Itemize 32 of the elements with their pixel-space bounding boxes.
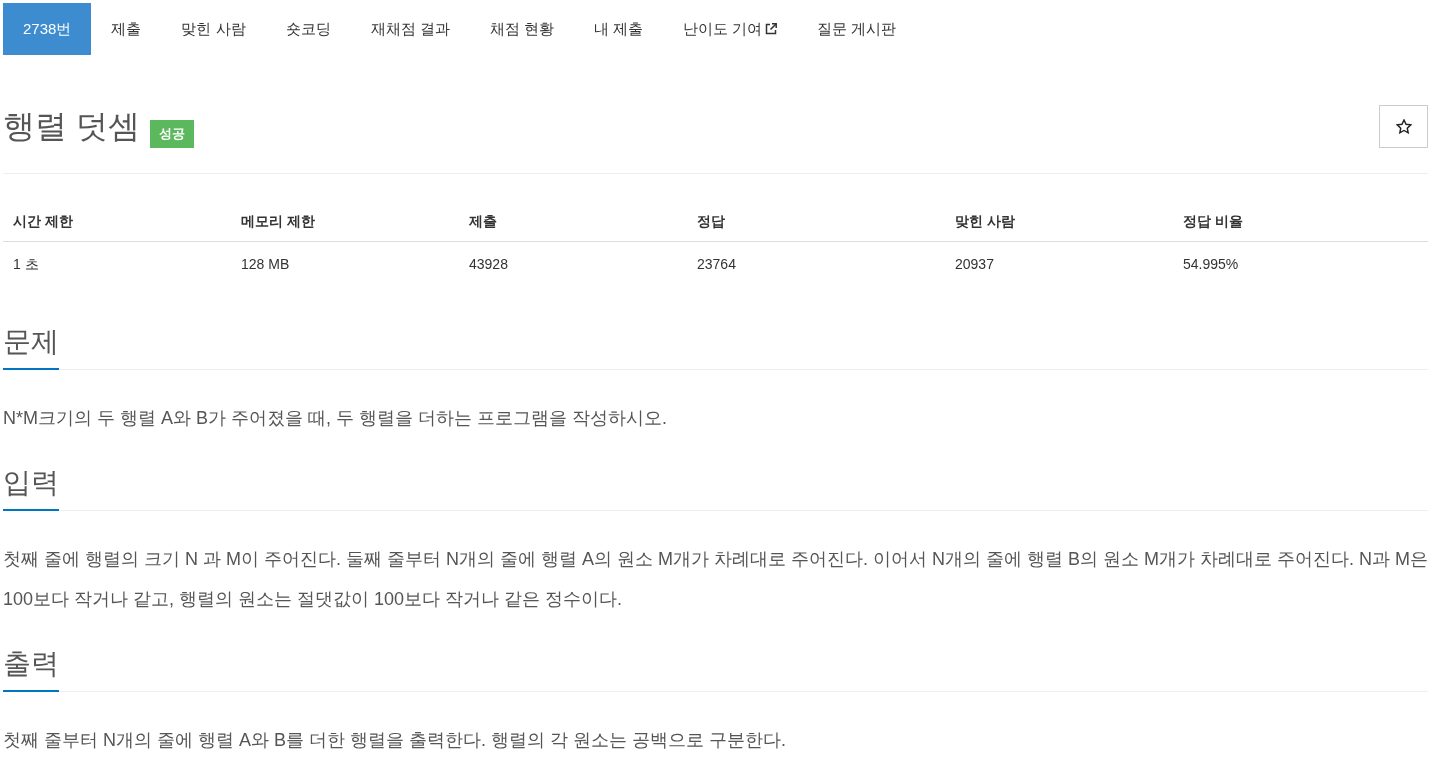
nav-tab[interactable]: 맞힌 사람 [161, 3, 266, 55]
column-header: 제출 [468, 212, 498, 231]
section-heading: 문제 [3, 324, 59, 370]
column-header: 정답 비율 [1182, 212, 1244, 231]
favorite-button[interactable] [1379, 104, 1428, 148]
nav-tab[interactable]: 2738번 [3, 3, 92, 55]
section-heading: 출력 [3, 646, 59, 692]
nav-tab[interactable]: 내 제출 [573, 3, 664, 55]
nav-tab[interactable]: 난이도 기여 [663, 3, 798, 55]
table-cell-text: 23764 [696, 255, 737, 274]
section-text: N*M크기의 두 행렬 A와 B가 주어졌을 때, 두 행렬을 더하는 프로그램을 작성하시오. [3, 407, 669, 430]
section-heading: 입력 [3, 465, 59, 511]
column-header: 시간 제한 [12, 212, 74, 231]
nav-tab[interactable]: 채점 현황 [469, 3, 574, 55]
column-header: 정답 [696, 212, 726, 231]
section-text: 첫째 줄에 행렬의 크기 N 과 M이 주어진다. 둘째 줄부터 N개의 줄에 행렬 A의 원소 M개가 차례대로 주어진다. 이어서 N개의 줄에 행렬 B의 원소 M개가 차례대로 주어진다. N과 M은 100보다 작거나 같고, 행렬의 원소는 절댓값이 100보다 작거나 같은 정수이다. [3, 548, 1428, 611]
nav-tab[interactable]: 제출 [91, 3, 162, 55]
table-cell-text: 1 초 [12, 255, 40, 274]
external-link-icon [765, 23, 778, 35]
table-cell-text: 54.995% [1182, 255, 1240, 274]
section-text: 첫째 줄부터 N개의 줄에 행렬 A와 B를 더한 행렬을 출력한다. 행렬의 각 원소는 공백으로 구분한다. [3, 729, 788, 752]
nav-tab[interactable]: 질문 게시판 [797, 3, 917, 55]
table-cell-text: 43928 [468, 255, 509, 274]
table-cell-text: 128 MB [240, 255, 291, 274]
table-cell-text: 20937 [954, 255, 995, 274]
status-badge: 성공 [149, 120, 194, 148]
star-icon [1395, 118, 1412, 134]
column-header: 메모리 제한 [240, 212, 316, 231]
nav-tab[interactable]: 숏코딩 [265, 3, 351, 55]
column-header: 맞힌 사람 [954, 212, 1016, 231]
problem-title: 행렬 덧셈 [3, 107, 140, 146]
nav-tab[interactable]: 재채점 결과 [350, 3, 470, 55]
